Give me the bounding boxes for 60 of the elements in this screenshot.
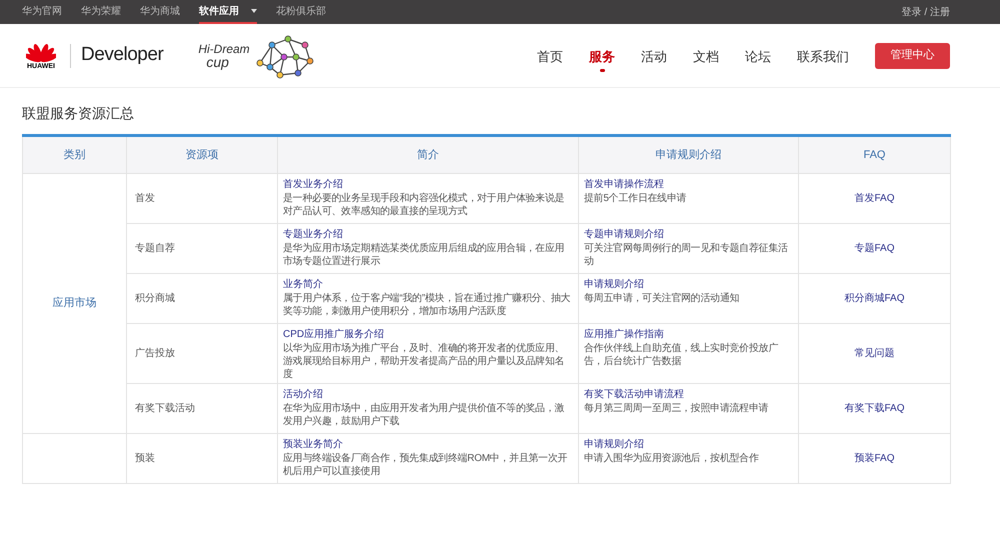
rule-text: 可关注官网每周例行的周一见和专题自荐征集活动	[584, 242, 789, 268]
top-link[interactable]: 华为商城	[140, 0, 180, 24]
column-header: 类别	[22, 136, 126, 174]
product-name: Developer	[81, 43, 164, 68]
nav-link[interactable]: 联系我们	[797, 40, 849, 66]
admin-button[interactable]: 管理中心	[875, 42, 950, 68]
rule-text: 合作伙伴线上自助充值，线上实时竞价投放广告，后台统计广告数据	[584, 342, 780, 368]
flower-logo-icon	[26, 41, 56, 63]
table-cell: 有奖下载活动	[135, 403, 195, 414]
table-cell: 积分商城	[135, 293, 175, 304]
table-cell: 专题自荐	[135, 243, 175, 254]
faq-link[interactable]: 预装FAQ	[854, 453, 894, 464]
nav-link[interactable]: 服务	[589, 40, 615, 66]
intro-text: 以华为应用市场为推广平台，及时、准确的将开发者的优质应用、游戏展现给目标用户，帮助开发者提高产品的用户量以及品牌知名度	[283, 342, 566, 381]
intro-link[interactable]: CPD应用推广服务介绍	[283, 326, 573, 342]
top-link[interactable]: 华为荣耀	[81, 0, 121, 24]
top-link[interactable]: 软件应用	[199, 0, 257, 24]
column-header: 申请规则介绍	[578, 136, 798, 174]
page-title: 联盟服务资源汇总	[22, 104, 135, 123]
faq-link[interactable]: 常见问题	[854, 348, 894, 359]
faq-link[interactable]: 有奖下载FAQ	[844, 403, 904, 414]
rule-text: 提前5个工作日在线申请	[584, 192, 688, 205]
rule-link[interactable]: 首发申请操作流程	[584, 176, 793, 192]
table-cell: 首发	[135, 193, 155, 204]
table-cell: 广告投放	[135, 348, 175, 359]
nav-link[interactable]: 文档	[693, 40, 719, 66]
rule-link[interactable]: 有奖下载活动申请流程	[584, 386, 793, 402]
login-link[interactable]: 登录 / 注册	[902, 4, 950, 20]
intro-text: 在华为应用市场中，由应用开发者为用户提供价值不等的奖品，激发用户兴趣，鼓励用户下载	[283, 402, 566, 428]
faq-link[interactable]: 积分商城FAQ	[844, 293, 904, 304]
intro-link[interactable]: 业务简介	[283, 276, 573, 292]
intro-text: 应用与终端设备厂商合作，预先集成到终端ROM中，并且第一次开机后用户可以直接使用	[283, 452, 568, 478]
top-link[interactable]: 花粉俱乐部	[276, 0, 326, 24]
intro-link[interactable]: 活动介绍	[283, 386, 573, 402]
rule-text: 每周五申请，可关注官网的活动通知	[584, 292, 740, 305]
nav-link[interactable]: 论坛	[745, 40, 771, 66]
rule-link[interactable]: 应用推广操作指南	[584, 326, 793, 342]
column-header: 简介	[278, 136, 578, 174]
intro-text: 是一种必要的业务呈现手段和内容强化模式，对于用户体验来说是对产品认可、效率感知的最直接的呈现方式	[283, 192, 566, 218]
category-cell: 应用市场	[52, 297, 96, 310]
intro-link[interactable]: 专题业务介绍	[283, 226, 573, 242]
rule-link[interactable]: 申请规则介绍	[584, 276, 793, 292]
top-link[interactable]: 华为官网	[22, 0, 62, 24]
column-header: FAQ	[798, 136, 950, 174]
event-logo-text: cup	[206, 54, 230, 68]
rule-text: 申请入围华为应用资源池后，按机型合作	[584, 452, 760, 465]
intro-link[interactable]: 预装业务简介	[283, 436, 573, 452]
intro-text: 是华为应用市场定期精选某类优质应用后组成的应用合辑，在应用市场专题位置进行展示	[283, 242, 566, 268]
intro-text: 属于用户体系，位于客户端“我的”模块，旨在通过推广赚积分、抽大奖等功能，刺激用户使用积分，增加市场用户活跃度	[283, 292, 572, 318]
rule-link[interactable]: 专题申请规则介绍	[584, 226, 793, 242]
rule-link[interactable]: 申请规则介绍	[584, 436, 793, 452]
faq-link[interactable]: 首发FAQ	[854, 193, 894, 204]
column-header: 资源项	[126, 136, 278, 174]
nav-link[interactable]: 首页	[537, 40, 563, 66]
rule-text: 每月第三周周一至周三，按照申请流程申请	[584, 402, 770, 415]
event-logo-text: Hi-Dream	[198, 42, 250, 54]
table-cell: 预装	[135, 453, 155, 464]
intro-link[interactable]: 首发业务介绍	[283, 176, 573, 192]
nav-link[interactable]: 活动	[641, 40, 667, 66]
faq-link[interactable]: 专题FAQ	[854, 243, 894, 254]
